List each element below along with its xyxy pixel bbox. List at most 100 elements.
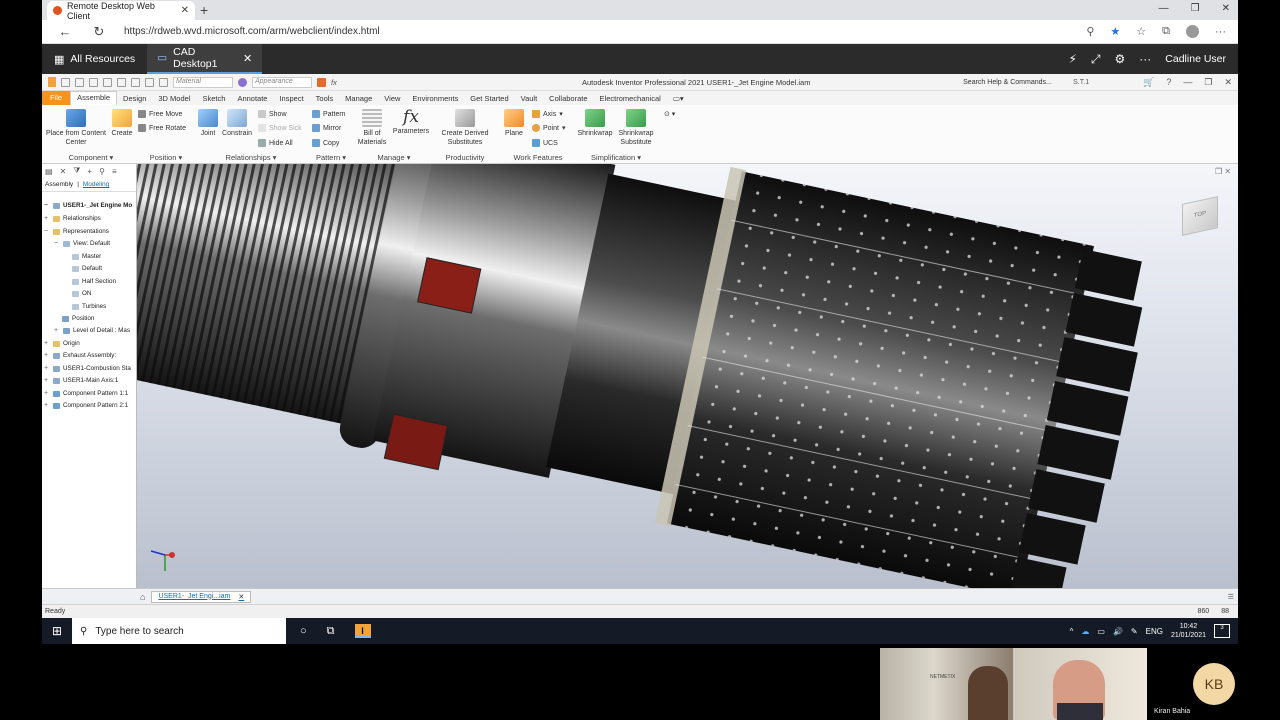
tree-view-default[interactable]: − View: Default xyxy=(54,240,136,248)
language-indicator[interactable]: ENG xyxy=(1146,627,1163,636)
inv-minimize-button[interactable]: — xyxy=(1183,77,1192,88)
create-derived-button[interactable]: Create Derived Substitutes xyxy=(436,109,494,147)
inventor-taskbar-icon[interactable]: I xyxy=(354,624,371,638)
select-icon[interactable] xyxy=(145,77,154,87)
tab-file[interactable]: File xyxy=(42,91,71,105)
close-document-icon[interactable]: ✕ xyxy=(238,593,244,601)
home-icon[interactable] xyxy=(131,77,140,87)
viewport-restore-icon[interactable]: ❐ ✕ xyxy=(1215,167,1231,176)
notifications-icon[interactable]: 3 xyxy=(1214,624,1230,638)
more-icon[interactable]: ··· xyxy=(1139,52,1151,66)
refresh-icon[interactable]: ↻ xyxy=(88,24,110,40)
ucs-button[interactable]: UCS xyxy=(532,139,558,147)
tree-component-pattern-1[interactable]: + Component Pattern 1:1 xyxy=(44,390,136,398)
3d-viewport[interactable] xyxy=(137,164,1238,588)
tab-tools[interactable]: Tools xyxy=(310,94,340,103)
tab-annotate[interactable]: Annotate xyxy=(231,94,273,103)
taskbar-search-box[interactable]: ⚲ Type here to search xyxy=(72,618,286,644)
tab-environments[interactable]: Environments xyxy=(406,94,464,103)
ribbon-options-icon[interactable]: ▭▾ xyxy=(667,94,690,103)
manage-group-label[interactable]: Manage ▾ xyxy=(354,153,434,162)
tab-inspect[interactable]: Inspect xyxy=(273,94,309,103)
tab-3d-model[interactable]: 3D Model xyxy=(152,94,196,103)
favorite-star-icon[interactable]: ★ xyxy=(1110,25,1120,38)
help-icon[interactable]: ? xyxy=(1166,77,1171,88)
hide-all-button[interactable]: Hide All xyxy=(258,139,293,147)
tree-default[interactable]: Default xyxy=(72,265,136,273)
jet-engine-model[interactable] xyxy=(137,164,1238,588)
all-resources-button[interactable]: ▦ All Resources xyxy=(42,44,147,74)
browser-menu-icon[interactable]: ▤ xyxy=(45,167,53,176)
home-icon[interactable]: ⌂ xyxy=(140,592,145,602)
pen-icon[interactable]: ✎ xyxy=(1131,627,1138,636)
back-arrow-icon[interactable]: ← xyxy=(54,24,76,39)
session-tab[interactable]: ▭ CAD Desktop1 ✕ xyxy=(147,44,263,74)
tree-representations[interactable]: − Representations xyxy=(44,228,136,236)
tab-assemble[interactable]: Assemble xyxy=(70,91,118,105)
add-icon[interactable]: + xyxy=(87,167,92,176)
tree-half-section[interactable]: Half Section xyxy=(72,278,136,286)
mirror-button[interactable]: Mirror xyxy=(312,124,341,132)
tab-electromechanical[interactable]: Electromechanical xyxy=(594,94,667,103)
cortana-icon[interactable]: ○ xyxy=(300,625,307,637)
tree-root[interactable]: − USER1-_Jet Engine Mo xyxy=(44,202,136,210)
place-button[interactable]: Place from Content Center xyxy=(46,109,106,147)
tab-assembly-browser[interactable]: Assembly xyxy=(45,181,73,188)
relationships-group-label[interactable]: Relationships ▾ xyxy=(196,153,306,162)
parameters-button[interactable]: fx Parameters xyxy=(390,107,432,136)
tab-collaborate[interactable]: Collaborate xyxy=(543,94,593,103)
tab-view[interactable]: View xyxy=(378,94,406,103)
position-group-label[interactable]: Position ▾ xyxy=(136,153,196,162)
show-button[interactable]: Show xyxy=(258,110,287,118)
tab-design[interactable]: Design xyxy=(117,94,152,103)
more-menu-icon[interactable]: ··· xyxy=(1215,26,1226,38)
appearance-ball-icon[interactable] xyxy=(238,77,247,87)
tray-overflow-icon[interactable]: ^ xyxy=(1070,627,1074,636)
shrinkwrap-substitute-button[interactable]: Shrinkwrap Substitute xyxy=(614,109,658,147)
redo-icon[interactable] xyxy=(117,77,126,87)
windows-start-icon[interactable]: ⊞ xyxy=(42,624,72,638)
search-help-input[interactable]: Search Help & Commands... xyxy=(963,79,1073,86)
inv-restore-button[interactable]: ❐ xyxy=(1204,77,1212,88)
plane-button[interactable]: Plane xyxy=(502,109,526,138)
open-file-icon[interactable] xyxy=(75,77,84,87)
close-session-icon[interactable]: ✕ xyxy=(243,52,252,65)
rd-user-name[interactable]: Cadline User xyxy=(1165,53,1226,65)
settings-gear-icon[interactable]: ⚙ xyxy=(1115,52,1126,66)
key-icon[interactable]: ⚲ xyxy=(1086,25,1094,38)
free-rotate-button[interactable]: Free Rotate xyxy=(138,124,186,132)
bom-button[interactable]: Bill of Materials xyxy=(354,109,390,147)
pattern-group-label[interactable]: Pattern ▾ xyxy=(310,153,352,162)
fullscreen-icon[interactable]: ⤢ xyxy=(1091,52,1101,67)
tree-position[interactable]: Position xyxy=(62,315,136,323)
material-dropdown[interactable]: Material xyxy=(173,76,233,88)
profile-avatar-icon[interactable] xyxy=(1186,25,1199,38)
tree-combustion-stage[interactable]: + USER1-Combustion Sta xyxy=(44,365,136,373)
new-tab-button[interactable]: + xyxy=(200,2,208,18)
show-sick-button[interactable]: Show Sick xyxy=(258,124,302,132)
onedrive-icon[interactable]: ☁ xyxy=(1081,627,1089,636)
url-field[interactable]: https://rdweb.wvd.microsoft.com/arm/webc… xyxy=(124,26,1086,37)
joint-button[interactable]: Joint xyxy=(196,109,220,138)
minimize-button[interactable]: — xyxy=(1159,3,1169,14)
inv-close-button[interactable]: ✕ xyxy=(1224,77,1232,88)
free-move-button[interactable]: Free Move xyxy=(138,110,182,118)
browser-options-icon[interactable]: ≡ xyxy=(112,167,117,176)
task-view-icon[interactable]: ⧉ xyxy=(327,625,335,638)
collections-icon[interactable]: ⧉ xyxy=(1162,25,1170,38)
close-window-button[interactable]: ✕ xyxy=(1222,3,1230,14)
ribbon-customize-icon[interactable]: ⊙ ▾ xyxy=(664,110,675,118)
update-icon[interactable] xyxy=(159,77,168,87)
tree-on[interactable]: ON xyxy=(72,290,136,298)
disconnect-icon[interactable]: ⚡ xyxy=(1068,52,1076,66)
tab-modeling-browser[interactable]: Modeling xyxy=(83,181,109,188)
clock[interactable]: 10:42 21/01/2021 xyxy=(1171,622,1206,640)
browser-tab[interactable]: Remote Desktop Web Client ✕ xyxy=(47,1,195,21)
tree-relationships[interactable]: + Relationships xyxy=(44,215,136,223)
tree-level-of-detail[interactable]: + Level of Detail : Mas xyxy=(54,327,136,335)
fx-icon[interactable]: fx xyxy=(331,78,337,87)
point-button[interactable]: Point ▾ xyxy=(532,124,565,132)
tab-get-started[interactable]: Get Started xyxy=(464,94,514,103)
filter-icon[interactable]: ⧩ xyxy=(73,166,80,176)
undo-icon[interactable] xyxy=(103,77,112,87)
